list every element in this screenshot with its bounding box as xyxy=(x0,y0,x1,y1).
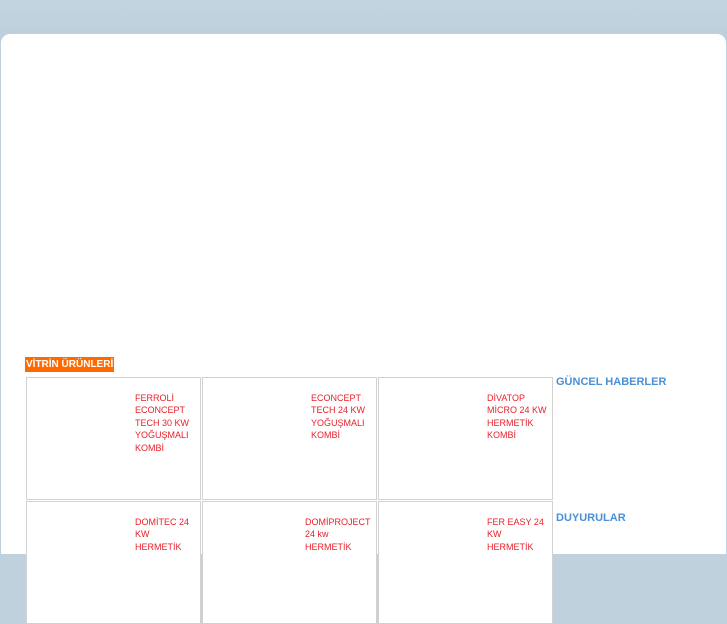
product-link[interactable]: DİVATOP MİCRO 24 KW HERMETİK KOMBİ xyxy=(487,392,549,442)
product-image[interactable] xyxy=(385,510,481,606)
product-card[interactable]: DİVATOP MİCRO 24 KW HERMETİK KOMBİ xyxy=(378,377,553,500)
product-image[interactable] xyxy=(385,386,481,482)
product-link[interactable]: DOMİTEC 24 KW HERMETİK xyxy=(135,516,197,553)
product-card[interactable]: FER EASY 24 KW HERMETİK xyxy=(378,501,553,624)
product-link[interactable]: DOMİPROJECT 24 kw HERMETİK xyxy=(305,516,375,553)
product-card[interactable]: DOMİPROJECT 24 kw HERMETİK xyxy=(202,501,377,624)
product-image[interactable] xyxy=(33,510,129,606)
announcements-section-title: DUYURULAR xyxy=(556,512,626,524)
product-link[interactable]: FERROLİ ECONCEPT TECH 30 KW YOĞUŞMALI KO… xyxy=(135,392,197,454)
product-link[interactable]: ECONCEPT TECH 24 KW YOĞUŞMALI KOMBİ xyxy=(311,392,373,442)
showcase-section-title: VİTRİN ÜRÜNLERİ xyxy=(25,357,115,372)
product-image[interactable] xyxy=(209,386,305,482)
product-card[interactable]: DOMİTEC 24 KW HERMETİK xyxy=(26,501,201,624)
product-image[interactable] xyxy=(209,510,305,606)
product-image[interactable] xyxy=(33,386,129,482)
product-card[interactable]: ECONCEPT TECH 24 KW YOĞUŞMALI KOMBİ xyxy=(202,377,377,500)
product-link[interactable]: FER EASY 24 KW HERMETİK xyxy=(487,516,549,553)
news-section-title: GÜNCEL HABERLER xyxy=(556,376,667,388)
product-card[interactable]: FERROLİ ECONCEPT TECH 30 KW YOĞUŞMALI KO… xyxy=(26,377,201,500)
